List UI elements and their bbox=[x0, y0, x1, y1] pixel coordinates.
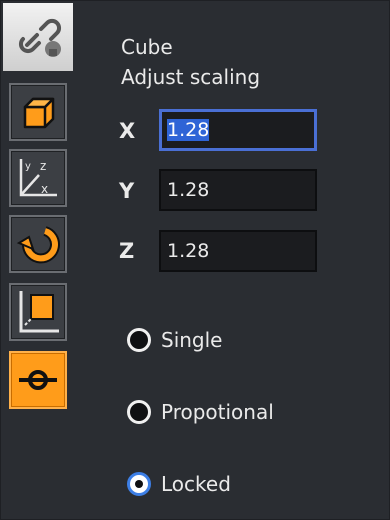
cube-icon bbox=[23, 97, 55, 129]
radio-proportional-indicator bbox=[127, 400, 151, 424]
radio-locked-label: Locked bbox=[161, 472, 231, 496]
object-name: Cube bbox=[121, 35, 173, 59]
x-axis-label: X bbox=[119, 119, 136, 143]
axes-tool-button[interactable]: y z x bbox=[9, 149, 67, 207]
locked-constraint-icon bbox=[19, 370, 57, 390]
z-scale-value: 1.28 bbox=[167, 240, 210, 262]
svg-text:x: x bbox=[41, 182, 48, 196]
svg-text:z: z bbox=[40, 159, 46, 173]
scale-icon bbox=[19, 291, 59, 333]
y-scale-value: 1.28 bbox=[167, 179, 210, 201]
rotate-arrow-icon bbox=[16, 226, 60, 264]
x-scale-input[interactable]: 1.28 bbox=[159, 109, 317, 151]
y-axis-label: Y bbox=[119, 179, 135, 203]
tool-sidebar: y z x bbox=[3, 3, 73, 519]
z-axis-label: Z bbox=[119, 239, 135, 263]
constraint-tool-button[interactable] bbox=[9, 351, 67, 409]
radio-proportional[interactable]: Propotional bbox=[127, 397, 274, 427]
z-scale-input[interactable]: 1.28 bbox=[159, 230, 317, 272]
xyz-axes-icon: y z x bbox=[19, 159, 57, 197]
scale-tool-button[interactable] bbox=[9, 283, 67, 341]
radio-single-label: Single bbox=[161, 328, 223, 352]
scaling-panel-window: y z x Cube Adjust scaling X 1.28 Y 1.28 … bbox=[0, 0, 390, 520]
y-scale-input[interactable]: 1.28 bbox=[159, 169, 317, 211]
link-tool-button[interactable] bbox=[3, 3, 73, 71]
radio-proportional-label: Propotional bbox=[161, 400, 274, 424]
chain-link-icon bbox=[18, 18, 62, 57]
radio-single-indicator bbox=[127, 328, 151, 352]
rotate-tool-button[interactable] bbox=[9, 215, 67, 273]
radio-single[interactable]: Single bbox=[127, 325, 222, 355]
object-tool-button[interactable] bbox=[9, 83, 67, 141]
x-scale-value: 1.28 bbox=[167, 119, 210, 141]
mode-label: Adjust scaling bbox=[121, 65, 261, 89]
scaling-panel: Cube Adjust scaling X 1.28 Y 1.28 Z 1.28… bbox=[73, 1, 389, 519]
radio-locked-indicator bbox=[127, 472, 151, 496]
radio-locked[interactable]: Locked bbox=[127, 469, 231, 499]
svg-text:y: y bbox=[25, 161, 31, 172]
